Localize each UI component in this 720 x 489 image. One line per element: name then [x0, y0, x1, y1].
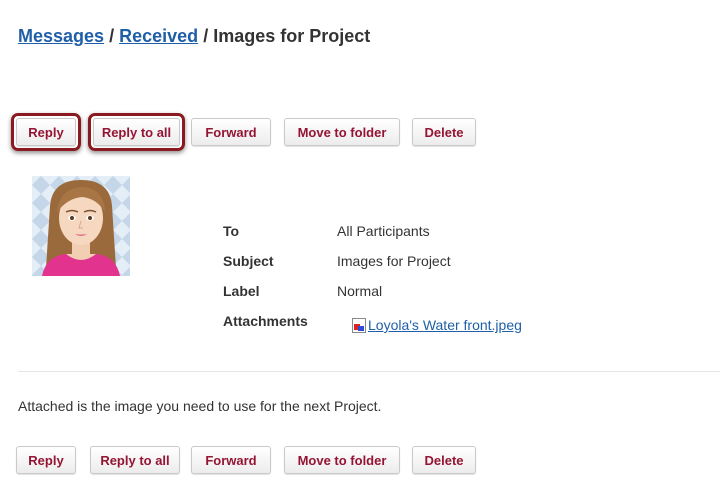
delete-button[interactable]: Delete [412, 118, 476, 146]
breadcrumb-messages-link[interactable]: Messages [18, 26, 104, 46]
avatar [32, 176, 130, 276]
avatar-image [32, 176, 130, 276]
divider [18, 371, 720, 372]
breadcrumb-separator: / [203, 26, 209, 46]
label-label: Label [223, 283, 260, 299]
page-title: Images for Project [213, 26, 371, 46]
reply-button[interactable]: Reply [16, 446, 76, 474]
subject-label: Subject [223, 253, 274, 269]
image-file-icon [352, 317, 367, 333]
reply-all-button[interactable]: Reply to all [90, 446, 180, 474]
move-to-folder-button[interactable]: Move to folder [284, 118, 400, 146]
to-value: All Participants [337, 223, 430, 239]
breadcrumb: Messages / Received / Images for Project [18, 26, 370, 47]
attachment-link[interactable]: Loyola's Water front.jpeg [352, 317, 522, 333]
breadcrumb-received-link[interactable]: Received [119, 26, 198, 46]
breadcrumb-separator: / [109, 26, 115, 46]
forward-button[interactable]: Forward [191, 118, 271, 146]
reply-all-button[interactable]: Reply to all [93, 118, 180, 146]
attachment-name[interactable]: Loyola's Water front.jpeg [368, 317, 522, 333]
move-to-folder-button[interactable]: Move to folder [284, 446, 400, 474]
attachments-label: Attachments [223, 313, 308, 329]
reply-button[interactable]: Reply [16, 118, 76, 146]
label-value: Normal [337, 283, 383, 299]
delete-button[interactable]: Delete [412, 446, 476, 474]
forward-button[interactable]: Forward [191, 446, 271, 474]
to-label: To [223, 223, 240, 239]
message-body: Attached is the image you need to use fo… [18, 398, 382, 414]
subject-value: Images for Project [337, 253, 451, 269]
